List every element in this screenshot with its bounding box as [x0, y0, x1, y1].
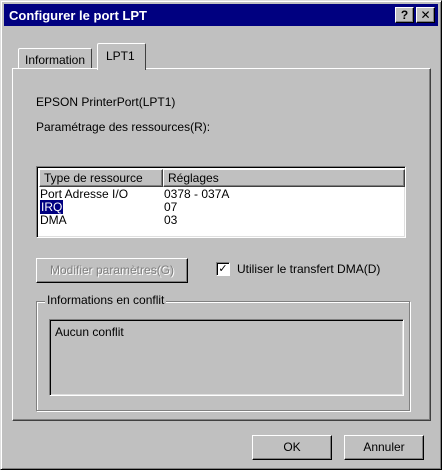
dma-checkbox[interactable]: ✓: [216, 262, 230, 276]
modify-settings-button[interactable]: Modifier paramètres(G): [36, 258, 188, 283]
resource-setting: 07: [164, 200, 178, 214]
ok-button[interactable]: OK: [252, 435, 332, 460]
column-header-settings[interactable]: Réglages: [163, 169, 405, 187]
conflict-text: Aucun conflit: [55, 325, 124, 339]
dialog-window: Configurer le port LPT ? ✕ Information L…: [0, 0, 442, 470]
title-bar[interactable]: Configurer le port LPT ? ✕: [4, 4, 438, 26]
tab-information[interactable]: Information: [18, 48, 93, 68]
selected-item: IRQ: [40, 200, 64, 214]
conflict-info-box: Aucun conflit: [49, 319, 404, 396]
tab-lpt1[interactable]: LPT1: [97, 43, 146, 70]
list-header: Type de ressource Réglages: [39, 169, 405, 187]
conflict-group-label: Informations en conflit: [45, 293, 167, 307]
resource-setting: 0378 - 037A: [164, 187, 230, 201]
resource-setting: 03: [164, 213, 178, 227]
title-buttons: ? ✕: [395, 7, 435, 23]
table-row[interactable]: Port Adresse I/O 0378 - 037A: [40, 188, 364, 201]
window-title: Configurer le port LPT: [9, 7, 147, 23]
close-icon[interactable]: ✕: [416, 7, 435, 23]
column-header-type[interactable]: Type de ressource: [39, 169, 163, 187]
device-name: EPSON PrinterPort(LPT1): [36, 95, 176, 109]
dma-checkbox-label[interactable]: Utiliser le transfert DMA(D): [237, 262, 380, 276]
help-icon[interactable]: ?: [395, 7, 414, 23]
table-row[interactable]: IRQ 07: [40, 200, 364, 214]
table-row[interactable]: DMA 03: [40, 214, 364, 227]
resource-type: DMA: [40, 213, 67, 227]
cancel-button[interactable]: Annuler: [344, 435, 424, 460]
resource-list[interactable]: Type de ressource Réglages Port Adresse …: [36, 166, 406, 238]
resources-label: Paramétrage des ressources(R):: [36, 120, 211, 134]
